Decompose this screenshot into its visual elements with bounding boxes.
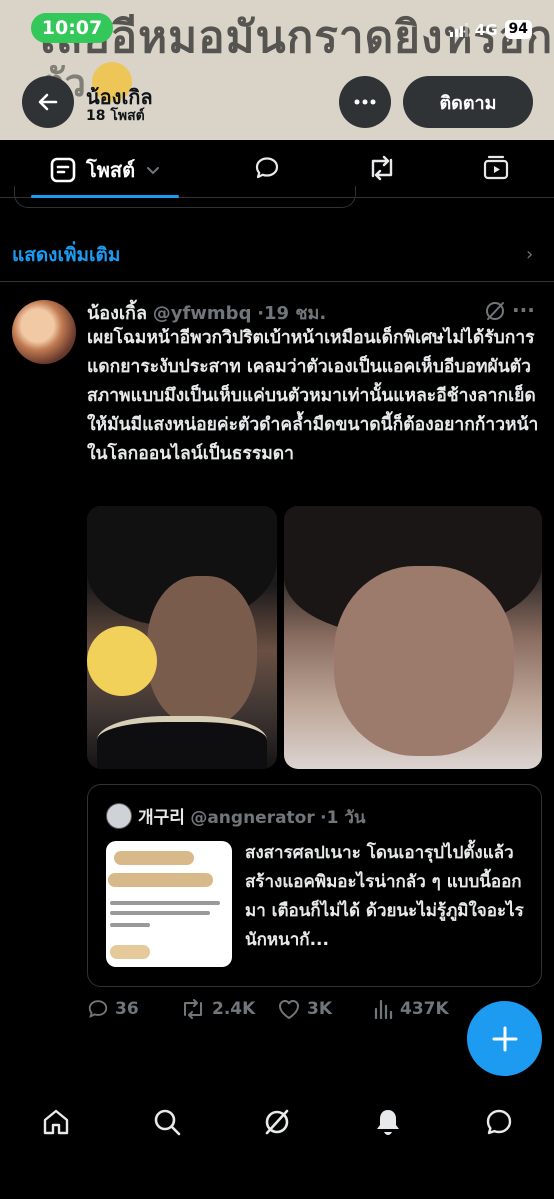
follow-button[interactable]: ติดตาม: [403, 76, 533, 128]
views-button[interactable]: 437K: [372, 998, 449, 1020]
tab-reposts[interactable]: [366, 154, 398, 182]
reply-count: 36: [115, 999, 139, 1019]
show-more-link[interactable]: แสดงเพิ่มเติม: [12, 240, 120, 270]
grok-icon[interactable]: [484, 300, 506, 322]
tweet-image-2[interactable]: [284, 506, 542, 769]
bell-icon: [377, 1110, 399, 1135]
tab-posts[interactable]: โพสต์: [50, 154, 161, 186]
battery-level: 94: [504, 20, 532, 39]
repost-count: 2.4K: [212, 999, 256, 1019]
quote-time: ·1 วัน: [320, 808, 366, 828]
nav-grok[interactable]: [260, 1105, 294, 1139]
reply-bubble-icon: [255, 157, 279, 179]
tweet-time: ·19 ชม.: [257, 303, 327, 324]
tweet-more-icon[interactable]: ···: [512, 298, 535, 322]
like-count: 3K: [307, 999, 333, 1019]
tweet-header: น้องเกิ้ล @yfwmbq ·19 ชม.: [87, 298, 326, 327]
compose-button[interactable]: [467, 1001, 542, 1076]
bottom-navigation: [0, 1093, 554, 1199]
quote-avatar: [106, 803, 132, 829]
quote-image: [106, 841, 232, 967]
reply-button[interactable]: 36: [87, 998, 139, 1020]
chevron-right-icon: ›: [526, 244, 534, 265]
search-icon: [154, 1109, 181, 1136]
tab-posts-label: โพสต์: [86, 158, 136, 182]
views-count: 437K: [400, 999, 449, 1019]
quote-header: 개구리 @angnerator ·1 วัน: [138, 803, 366, 831]
views-icon: [374, 999, 393, 1020]
avatar[interactable]: [12, 300, 76, 364]
heart-icon: [279, 1000, 299, 1019]
status-time: 10:07: [31, 13, 113, 43]
more-dots-icon: [354, 99, 376, 105]
tab-media[interactable]: [482, 154, 510, 182]
media-icon: [483, 155, 509, 180]
back-arrow-icon: [38, 93, 58, 111]
quote-author-name: 개구리: [138, 808, 185, 828]
tweet-author-name[interactable]: น้องเกิ้ล: [87, 303, 147, 324]
like-button[interactable]: 3K: [277, 998, 332, 1020]
quote-text: สงสารศลปเนาะ โดนเอารุปไปตั้งแล้วสร้างแอค…: [245, 843, 524, 950]
home-icon: [43, 1109, 69, 1135]
signal-icon: [449, 22, 468, 37]
tweet-author-handle[interactable]: @yfwmbq: [153, 303, 252, 324]
tweet-image-1[interactable]: [87, 506, 277, 769]
grok-icon: [265, 1109, 289, 1135]
nav-messages[interactable]: [482, 1105, 516, 1139]
tweet-text: เผยโฉมหน้าอีพวกวิปริตเบ้าหน้าเหมือนเด็กพ…: [87, 328, 539, 464]
back-button[interactable]: [22, 76, 74, 128]
tab-replies[interactable]: [253, 154, 281, 182]
nav-notifications[interactable]: [371, 1105, 405, 1139]
more-options-button[interactable]: [339, 76, 391, 128]
nav-home[interactable]: [39, 1105, 73, 1139]
network-type: 4G: [474, 20, 498, 39]
plus-icon: [492, 1026, 517, 1051]
repost-icon: [371, 155, 393, 181]
post-count: 18 โพสต์: [86, 108, 145, 124]
nav-search[interactable]: [150, 1105, 184, 1139]
posts-icon: [50, 157, 76, 183]
message-icon: [486, 1109, 512, 1135]
repost-icon: [184, 999, 202, 1019]
quote-author-handle: @angnerator: [190, 808, 315, 828]
chevron-down-icon: [147, 167, 160, 175]
status-indicators: 4G 94: [449, 20, 532, 39]
previous-card-edge: [14, 186, 356, 208]
reply-icon: [88, 1000, 108, 1019]
repost-button[interactable]: 2.4K: [180, 998, 255, 1020]
divider: [0, 281, 554, 282]
quoted-tweet[interactable]: 개구리 @angnerator ·1 วัน สงสารศลปเนาะ โดนเ…: [87, 784, 542, 987]
